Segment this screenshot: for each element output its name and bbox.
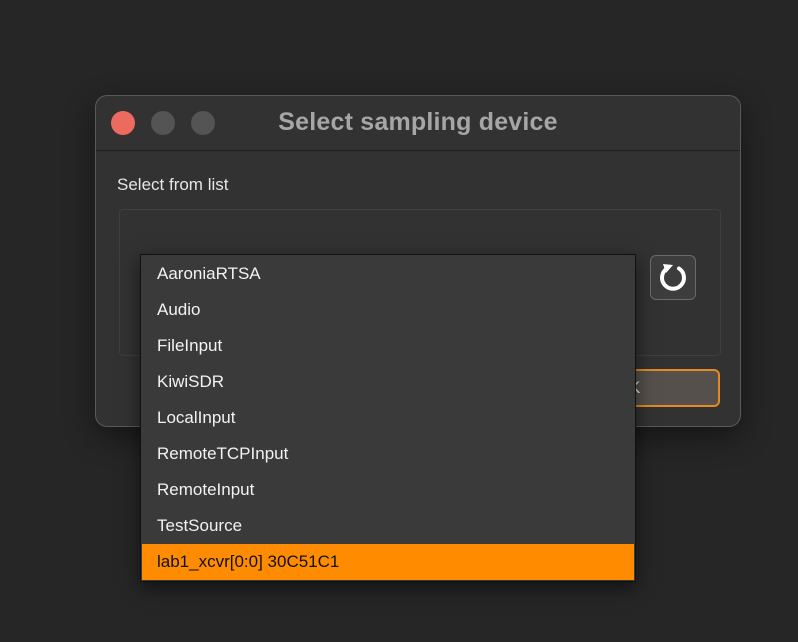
list-item-selected[interactable]: lab1_xcvr[0:0] 30C51C1 bbox=[142, 544, 634, 580]
dialog-title: Select sampling device bbox=[278, 108, 558, 136]
list-item[interactable]: Audio bbox=[142, 292, 634, 328]
refresh-button[interactable] bbox=[650, 255, 696, 300]
select-from-list-label: Select from list bbox=[117, 175, 229, 194]
list-item[interactable]: LocalInput bbox=[142, 400, 634, 436]
list-item[interactable]: KiwiSDR bbox=[142, 364, 634, 400]
list-item[interactable]: RemoteInput bbox=[142, 472, 634, 508]
title-bar: Select sampling device bbox=[96, 96, 740, 151]
list-item[interactable]: RemoteTCPInput bbox=[142, 436, 634, 472]
refresh-icon bbox=[660, 264, 686, 291]
list-item[interactable]: FileInput bbox=[142, 328, 634, 364]
device-dropdown-list: AaroniaRTSA Audio FileInput KiwiSDR Loca… bbox=[140, 254, 636, 582]
list-item[interactable]: AaroniaRTSA bbox=[142, 256, 634, 292]
list-item[interactable]: TestSource bbox=[142, 508, 634, 544]
